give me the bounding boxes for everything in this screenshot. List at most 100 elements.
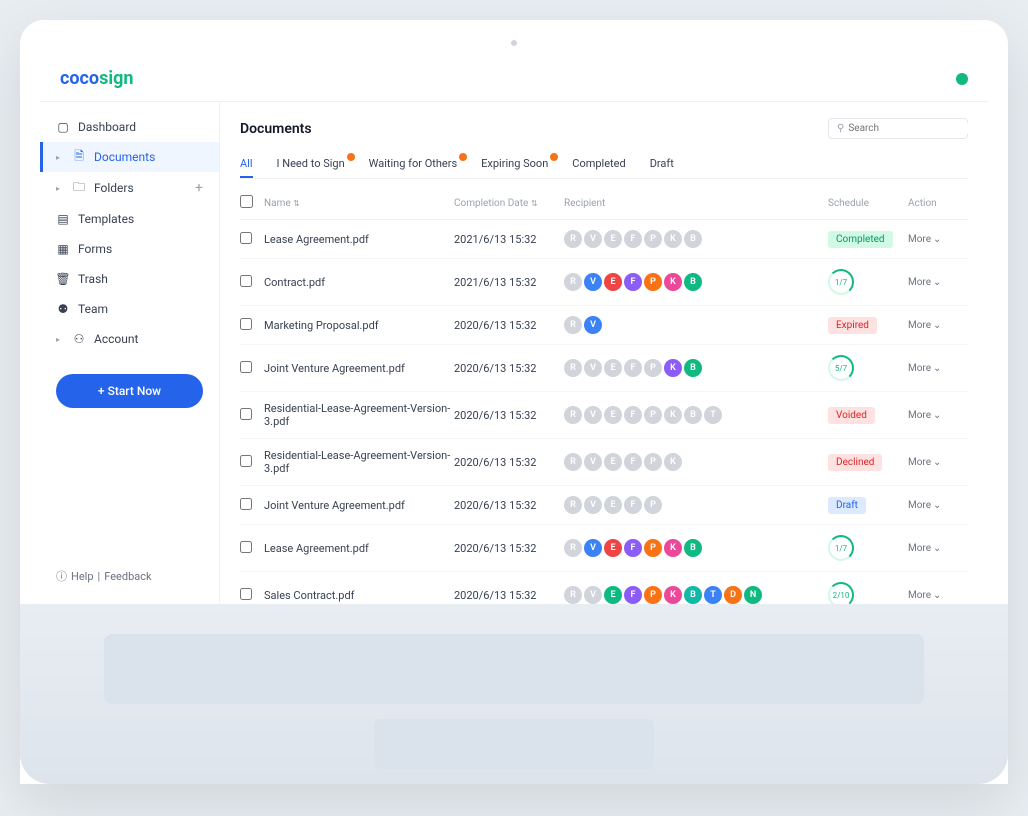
status-indicator[interactable]: [956, 73, 968, 85]
completion-date: 2021/6/13 15:32: [454, 276, 564, 289]
avatar: F: [624, 539, 642, 557]
document-name[interactable]: Residential-Lease-Agreement-Version-3.pd…: [264, 449, 454, 475]
sidebar-item-trash[interactable]: 🗑Trash: [40, 264, 219, 294]
sidebar-item-documents[interactable]: ▸🗎Documents: [40, 142, 219, 172]
avatar: E: [604, 496, 622, 514]
row-checkbox[interactable]: [240, 455, 252, 467]
avatar: E: [604, 406, 622, 424]
row-checkbox[interactable]: [240, 408, 252, 420]
sidebar-item-dashboard[interactable]: ▢Dashboard: [40, 112, 219, 142]
completion-date: 2020/6/13 15:32: [454, 319, 564, 332]
recipient-avatars: RVEFP: [564, 496, 828, 514]
logo[interactable]: cocosign: [60, 68, 133, 89]
table-row: Lease Agreement.pdf 2020/6/13 15:32 RVEF…: [240, 525, 968, 572]
plus-icon[interactable]: +: [195, 180, 203, 196]
table-row: Joint Venture Agreement.pdf 2020/6/13 15…: [240, 486, 968, 525]
col-action-header: Action: [908, 198, 968, 209]
folder-icon: 🗀: [72, 181, 86, 195]
avatar: R: [564, 273, 582, 291]
completion-date: 2020/6/13 15:32: [454, 499, 564, 512]
more-button[interactable]: More ⌄: [908, 277, 968, 288]
row-checkbox[interactable]: [240, 275, 252, 287]
avatar: R: [564, 406, 582, 424]
document-name[interactable]: Lease Agreement.pdf: [264, 542, 454, 555]
avatar: T: [704, 586, 722, 604]
help-link[interactable]: Help: [71, 570, 94, 583]
select-all-checkbox[interactable]: [240, 195, 253, 208]
help-feedback-row: ⓘ Help | Feedback: [40, 558, 219, 594]
avatar: R: [564, 453, 582, 471]
more-button[interactable]: More ⌄: [908, 590, 968, 601]
chevron-down-icon: ⌄: [933, 543, 941, 554]
search-input[interactable]: [848, 123, 981, 134]
tab-expiring-soon[interactable]: Expiring Soon: [481, 151, 548, 178]
avatar: V: [584, 453, 602, 471]
row-checkbox[interactable]: [240, 541, 252, 553]
progress-ring: 1/7: [828, 269, 854, 295]
desktop-icon: ▢: [56, 120, 70, 134]
document-name[interactable]: Joint Venture Agreement.pdf: [264, 362, 454, 375]
document-name[interactable]: Lease Agreement.pdf: [264, 233, 454, 246]
document-name[interactable]: Sales Contract.pdf: [264, 589, 454, 602]
notification-badge: [459, 153, 467, 161]
avatar: R: [564, 316, 582, 334]
more-button[interactable]: More ⌄: [908, 543, 968, 554]
more-button[interactable]: More ⌄: [908, 410, 968, 421]
search-box[interactable]: ⚲: [828, 118, 968, 139]
start-now-button[interactable]: + Start Now: [56, 374, 203, 408]
more-button[interactable]: More ⌄: [908, 363, 968, 374]
row-checkbox[interactable]: [240, 318, 252, 330]
tab-waiting-for-others[interactable]: Waiting for Others: [369, 151, 458, 178]
progress-ring: 1/7: [828, 535, 854, 561]
row-checkbox[interactable]: [240, 361, 252, 373]
sidebar-item-account[interactable]: ▸⚇Account: [40, 324, 219, 354]
document-name[interactable]: Marketing Proposal.pdf: [264, 319, 454, 332]
keyboard: [104, 634, 924, 704]
more-button[interactable]: More ⌄: [908, 457, 968, 468]
avatar: K: [664, 586, 682, 604]
tab-all[interactable]: All: [240, 151, 253, 178]
avatar: P: [644, 453, 662, 471]
sidebar-item-forms[interactable]: ▦Forms: [40, 234, 219, 264]
chevron-down-icon: ⌄: [933, 590, 941, 601]
col-schedule-header: Schedule: [828, 198, 908, 209]
more-button[interactable]: More ⌄: [908, 234, 968, 245]
more-button[interactable]: More ⌄: [908, 500, 968, 511]
avatar: E: [604, 586, 622, 604]
row-checkbox[interactable]: [240, 232, 252, 244]
avatar: D: [724, 586, 742, 604]
completion-date: 2020/6/13 15:32: [454, 362, 564, 375]
col-date-header[interactable]: Completion Date ⇅: [454, 198, 564, 209]
avatar: T: [704, 406, 722, 424]
tab-i-need-to-sign[interactable]: I Need to Sign: [277, 151, 345, 178]
sidebar-item-label: Team: [78, 302, 108, 316]
avatar: B: [684, 273, 702, 291]
tab-completed[interactable]: Completed: [572, 151, 625, 178]
col-name-header[interactable]: Name ⇅: [264, 198, 454, 209]
document-name[interactable]: Joint Venture Agreement.pdf: [264, 499, 454, 512]
form-icon: ▦: [56, 242, 70, 256]
document-name[interactable]: Contract.pdf: [264, 276, 454, 289]
avatar: V: [584, 496, 602, 514]
row-checkbox[interactable]: [240, 498, 252, 510]
more-button[interactable]: More ⌄: [908, 320, 968, 331]
tab-draft[interactable]: Draft: [650, 151, 674, 178]
chevron-down-icon: ⌄: [933, 363, 941, 374]
sidebar-item-label: Trash: [78, 272, 108, 286]
sidebar-item-templates[interactable]: ▤Templates: [40, 204, 219, 234]
progress-ring: 5/7: [828, 355, 854, 381]
col-recipient-header: Recipient: [564, 198, 828, 209]
chevron-right-icon: ▸: [56, 153, 60, 162]
avatar: K: [664, 359, 682, 377]
document-name[interactable]: Residential-Lease-Agreement-Version-3.pd…: [264, 402, 454, 428]
avatar: V: [584, 586, 602, 604]
avatar: B: [684, 359, 702, 377]
sidebar-item-folders[interactable]: ▸🗀Folders+: [40, 172, 219, 204]
feedback-link[interactable]: Feedback: [104, 570, 151, 583]
avatar: R: [564, 586, 582, 604]
avatar: F: [624, 406, 642, 424]
avatar: K: [664, 230, 682, 248]
row-checkbox[interactable]: [240, 588, 252, 600]
chevron-down-icon: ⌄: [933, 410, 941, 421]
sidebar-item-team[interactable]: ⚉Team: [40, 294, 219, 324]
